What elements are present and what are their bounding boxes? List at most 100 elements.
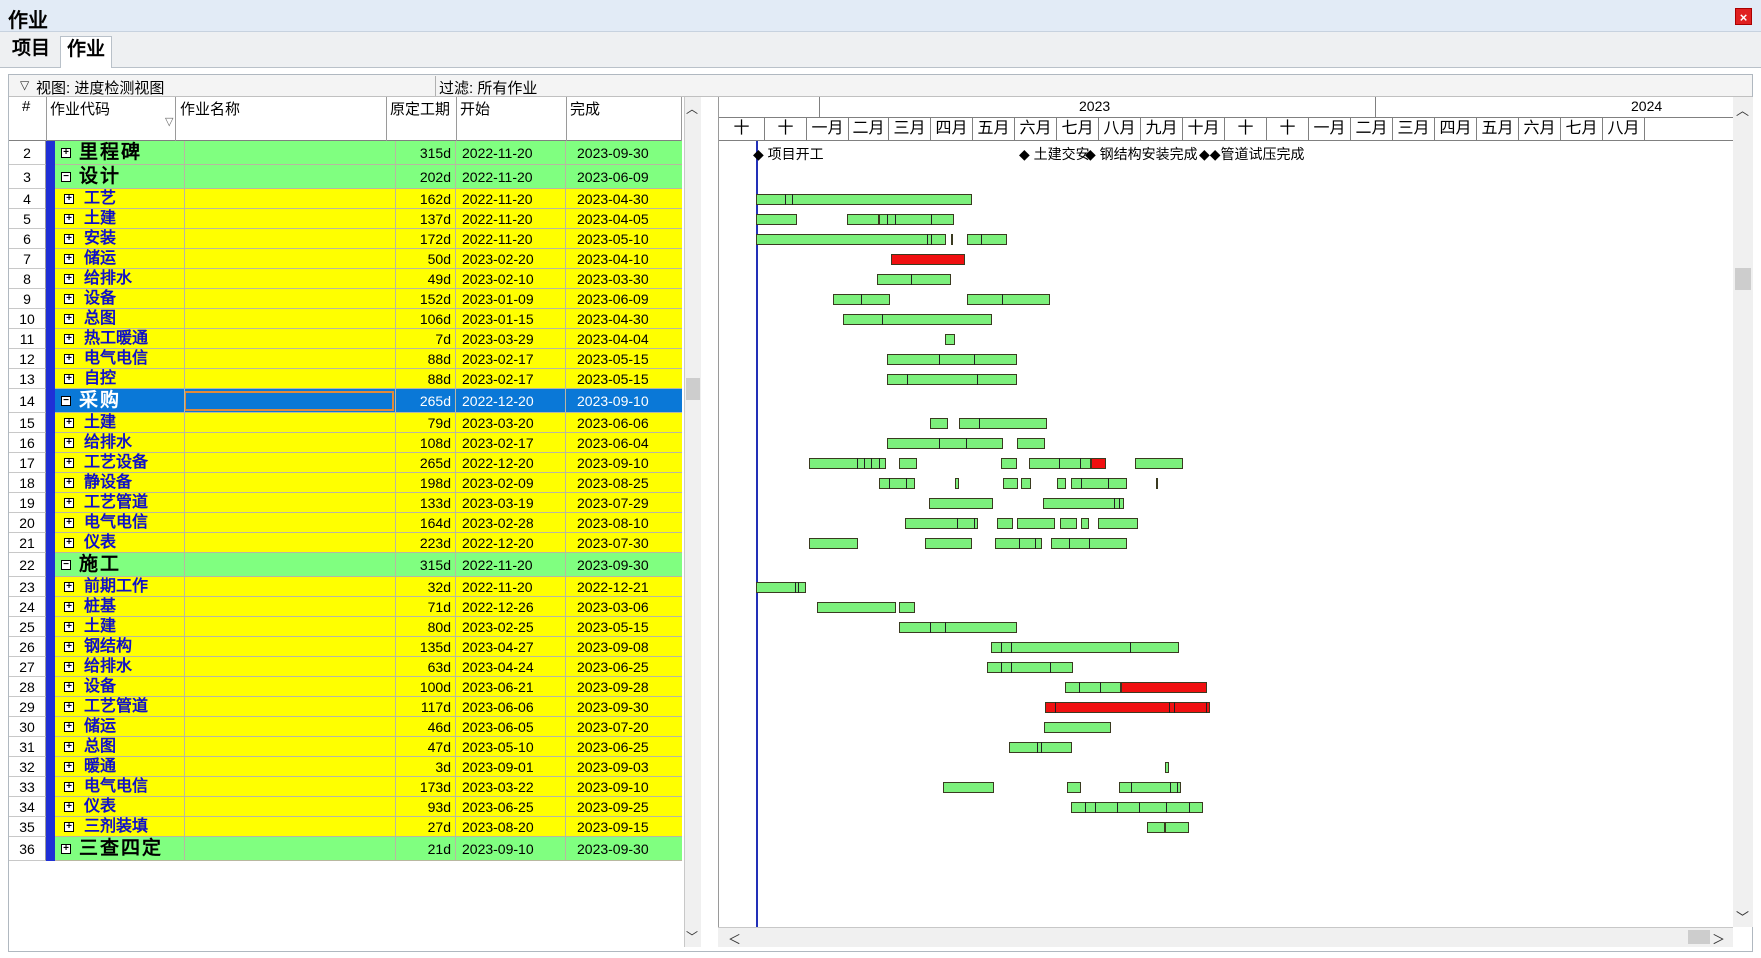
activity-bar[interactable]: [1135, 458, 1183, 469]
activity-bar[interactable]: [1165, 762, 1169, 773]
table-row[interactable]: 34 + 仪表 93d 2023-06-25 2023-09-25: [9, 797, 682, 817]
col-header-finish[interactable]: 完成: [570, 98, 600, 119]
activity-bar[interactable]: [1017, 518, 1055, 529]
scroll-up-icon[interactable]: ︿: [686, 100, 698, 117]
activity-bar[interactable]: [817, 602, 896, 613]
minus-box-icon[interactable]: −: [61, 172, 71, 182]
scroll-left-icon[interactable]: ＜: [728, 929, 741, 948]
plus-box-icon[interactable]: +: [64, 582, 74, 592]
table-row[interactable]: 11 + 热工暖通 7d 2023-03-29 2023-04-04: [9, 329, 682, 349]
scroll-thumb[interactable]: [1735, 268, 1751, 290]
table-row[interactable]: 19 + 工艺管道 133d 2023-03-19 2023-07-29: [9, 493, 682, 513]
table-row[interactable]: 3 − 设计 202d 2022-11-20 2023-06-09: [9, 165, 682, 189]
milestone[interactable]: ◆ 钢结构安装完成: [1085, 144, 1198, 164]
table-row[interactable]: 23 + 前期工作 32d 2022-11-20 2022-12-21: [9, 577, 682, 597]
table-row[interactable]: 30 + 储运 46d 2023-06-05 2023-07-20: [9, 717, 682, 737]
table-row[interactable]: 25 + 土建 80d 2023-02-25 2023-05-15: [9, 617, 682, 637]
minus-box-icon[interactable]: −: [61, 396, 71, 406]
activity-bar[interactable]: [955, 478, 959, 489]
activity-bar[interactable]: [959, 418, 1047, 429]
tab-project[interactable]: 项目: [6, 36, 56, 64]
activity-name-edit-cell[interactable]: [184, 391, 394, 411]
plus-box-icon[interactable]: +: [61, 148, 71, 158]
table-row[interactable]: 8 + 给排水 49d 2023-02-10 2023-03-30: [9, 269, 682, 289]
activity-code[interactable]: 总图: [84, 309, 116, 329]
table-row[interactable]: 33 + 电气电信 173d 2023-03-22 2023-09-10: [9, 777, 682, 797]
activity-bar[interactable]: [1147, 822, 1165, 833]
activity-code[interactable]: 电气电信: [84, 349, 148, 369]
table-row[interactable]: 9 + 设备 152d 2023-01-09 2023-06-09: [9, 289, 682, 309]
table-row[interactable]: 26 + 钢结构 135d 2023-04-27 2023-09-08: [9, 637, 682, 657]
plus-box-icon[interactable]: +: [64, 254, 74, 264]
plus-box-icon[interactable]: +: [64, 538, 74, 548]
activity-code[interactable]: 里程碑: [79, 141, 142, 165]
activity-bar[interactable]: [1065, 682, 1121, 693]
close-icon[interactable]: ×: [1735, 8, 1752, 25]
scroll-thumb[interactable]: [686, 378, 700, 400]
plus-box-icon[interactable]: +: [64, 234, 74, 244]
milestone[interactable]: ◆ 项目开工: [753, 144, 824, 164]
activity-bar[interactable]: [756, 234, 946, 245]
activity-bar[interactable]: [925, 538, 972, 549]
activity-code[interactable]: 自控: [84, 369, 116, 389]
activity-bar[interactable]: [1071, 478, 1127, 489]
activity-code[interactable]: 工艺: [84, 189, 116, 209]
activity-bar[interactable]: [899, 602, 915, 613]
col-header-code[interactable]: 作业代码: [50, 98, 110, 119]
plus-box-icon[interactable]: +: [64, 478, 74, 488]
table-row[interactable]: 21 + 仪表 223d 2022-12-20 2023-07-30: [9, 533, 682, 553]
table-row[interactable]: 36 + 三查四定 21d 2023-09-10 2023-09-30: [9, 837, 682, 861]
gantt-vertical-scrollbar[interactable]: [1733, 97, 1753, 927]
activity-bar[interactable]: [809, 458, 886, 469]
plus-box-icon[interactable]: +: [64, 682, 74, 692]
activity-bar[interactable]: [905, 518, 978, 529]
activity-code[interactable]: 储运: [84, 249, 116, 269]
plus-box-icon[interactable]: +: [64, 274, 74, 284]
activity-bar[interactable]: [997, 518, 1013, 529]
activity-bar[interactable]: [879, 214, 954, 225]
table-row[interactable]: 14 − 采购 265d 2022-12-20 2023-09-10: [9, 389, 682, 413]
activity-bar[interactable]: [967, 234, 1007, 245]
filter-selector[interactable]: 过滤: 所有作业: [439, 77, 537, 98]
activity-bar[interactable]: [1119, 782, 1181, 793]
plus-box-icon[interactable]: +: [64, 602, 74, 612]
scroll-down-icon[interactable]: ﹀: [686, 928, 698, 945]
activity-bar[interactable]: [899, 458, 917, 469]
activity-bar[interactable]: [967, 294, 1050, 305]
plus-box-icon[interactable]: +: [64, 722, 74, 732]
table-row[interactable]: 18 + 静设备 198d 2023-02-09 2023-08-25: [9, 473, 682, 493]
activity-bar[interactable]: [1001, 458, 1017, 469]
table-row[interactable]: 5 + 土建 137d 2022-11-20 2023-04-05: [9, 209, 682, 229]
activity-code[interactable]: 三查四定: [79, 837, 163, 861]
activity-code[interactable]: 工艺管道: [84, 697, 148, 717]
activity-bar[interactable]: [1017, 438, 1045, 449]
plus-box-icon[interactable]: +: [64, 782, 74, 792]
activity-code[interactable]: 设备: [84, 289, 116, 309]
plus-box-icon[interactable]: +: [64, 742, 74, 752]
sort-icon[interactable]: ▽: [165, 115, 173, 128]
activity-code[interactable]: 桩基: [84, 597, 116, 617]
critical-bar[interactable]: [1045, 702, 1210, 713]
activity-bar[interactable]: [887, 438, 1003, 449]
col-header-start[interactable]: 开始: [460, 98, 490, 119]
gantt-horizontal-scrollbar[interactable]: [718, 927, 1733, 947]
activity-bar[interactable]: [929, 498, 993, 509]
activity-bar[interactable]: [943, 782, 994, 793]
activity-bar[interactable]: [1067, 782, 1081, 793]
activity-code[interactable]: 前期工作: [84, 577, 148, 597]
table-row[interactable]: 27 + 给排水 63d 2023-04-24 2023-06-25: [9, 657, 682, 677]
activity-bar[interactable]: [1081, 518, 1089, 529]
milestone[interactable]: ◆ 土建交安: [1019, 144, 1090, 164]
plus-box-icon[interactable]: +: [64, 518, 74, 528]
activity-code[interactable]: 设计: [79, 165, 121, 189]
activity-bar[interactable]: [930, 418, 948, 429]
plus-box-icon[interactable]: +: [64, 662, 74, 672]
plus-box-icon[interactable]: +: [64, 214, 74, 224]
col-header-name[interactable]: 作业名称: [180, 98, 240, 119]
activity-bar[interactable]: [1165, 822, 1189, 833]
scroll-thumb[interactable]: [1688, 930, 1710, 944]
view-selector[interactable]: 视图: 进度检测视图: [36, 77, 164, 98]
table-row[interactable]: 7 + 储运 50d 2023-02-20 2023-04-10: [9, 249, 682, 269]
activity-bar[interactable]: [1156, 478, 1158, 489]
plus-box-icon[interactable]: +: [64, 374, 74, 384]
